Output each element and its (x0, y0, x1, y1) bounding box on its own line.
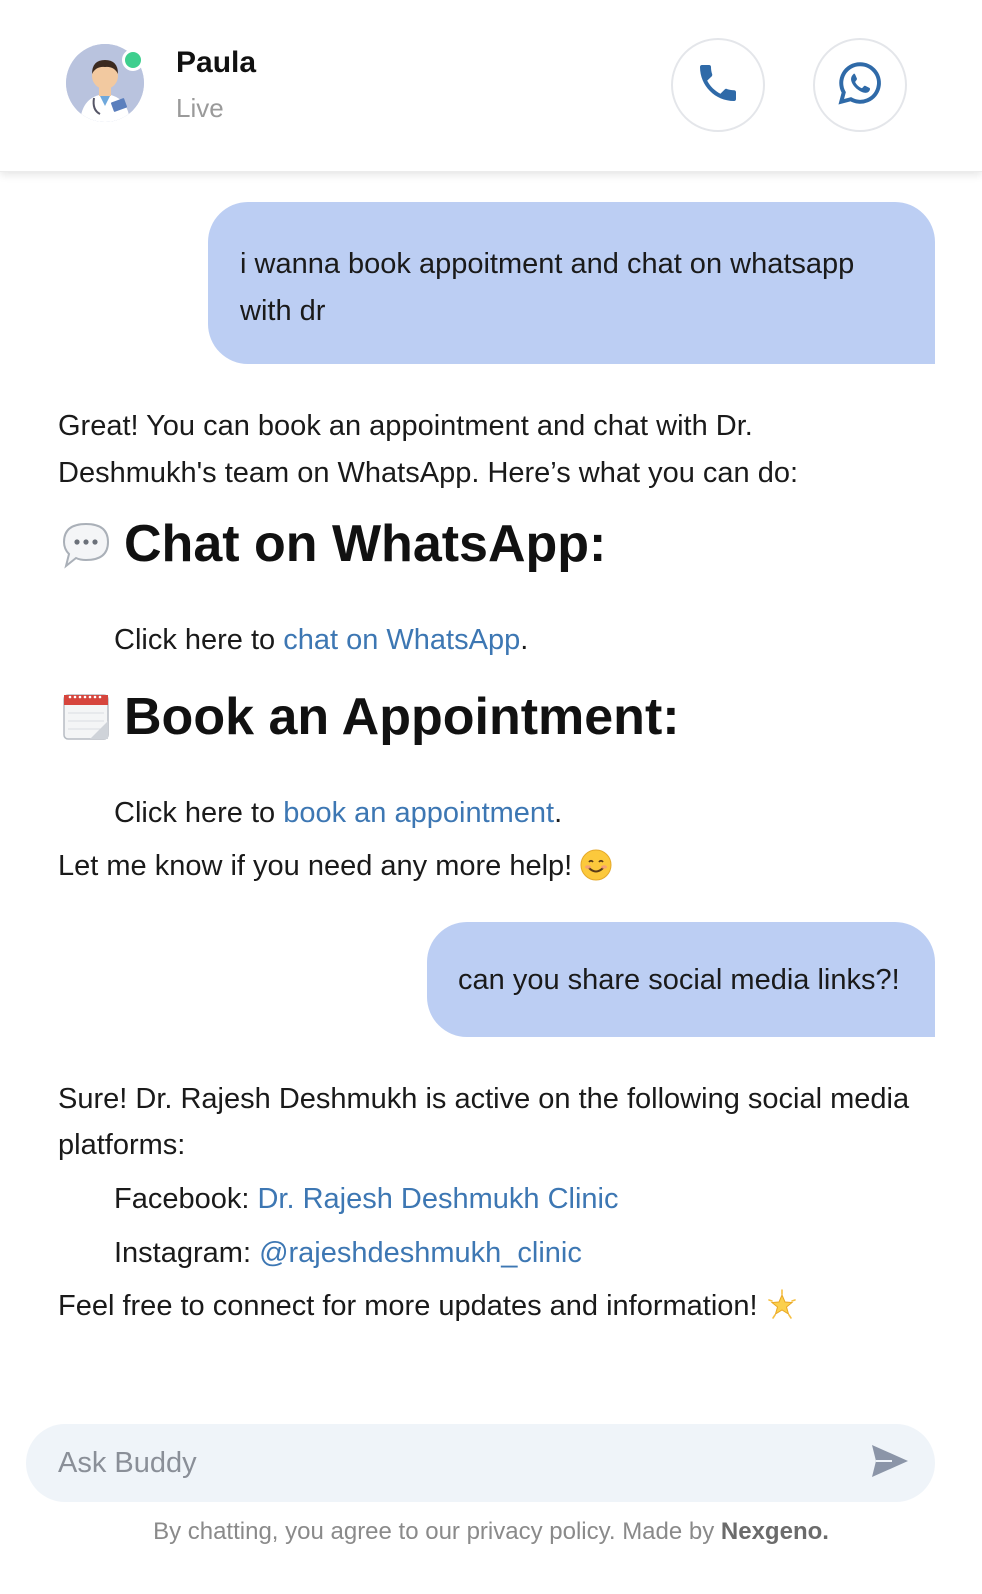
user-message-bubble: can you share social media links?! (427, 922, 935, 1037)
chat-on-whatsapp-link[interactable]: chat on WhatsApp (283, 624, 520, 656)
instagram-line: Instagram: @rajeshdeshmukh_clinic (114, 1230, 582, 1277)
phone-icon (694, 59, 742, 112)
assistant-closing-line: Feel free to connect for more updates an… (58, 1283, 798, 1336)
send-icon (870, 1443, 910, 1484)
call-button[interactable] (671, 38, 765, 132)
section-heading-text: Book an Appointment: (124, 688, 680, 746)
user-message-bubble: i wanna book appoitment and chat on what… (208, 202, 935, 364)
chat-header: Paula Live (0, 0, 982, 172)
contact-status: Live (176, 93, 224, 123)
whatsapp-button[interactable] (813, 38, 907, 132)
facebook-label: Facebook: (114, 1183, 258, 1215)
whatsapp-icon (835, 58, 885, 113)
brand-name[interactable]: Nexgeno. (721, 1518, 829, 1545)
book-appointment-link[interactable]: book an appointment (283, 797, 554, 829)
link-prefix: Click here to (114, 797, 284, 829)
section-heading-text: Chat on WhatsApp: (124, 515, 607, 573)
message-composer (26, 1424, 935, 1502)
smiling-face-icon (580, 849, 612, 896)
speech-bubble-icon (58, 516, 114, 572)
instagram-label: Instagram: (114, 1237, 260, 1269)
facebook-line: Facebook: Dr. Rajesh Deshmukh Clinic (114, 1176, 619, 1223)
assistant-text-line: Deshmukh's team on WhatsApp. Here’s what… (58, 457, 799, 489)
closing-text: Let me know if you need any more help! (58, 850, 581, 882)
footer-disclaimer: By chatting, you agree to our privacy po… (0, 1518, 982, 1546)
instagram-link[interactable]: @rajeshdeshmukh_clinic (259, 1237, 582, 1269)
assistant-text-line: Great! You can book an appointment and c… (58, 410, 753, 442)
section-heading-appointment: Book an Appointment: (58, 687, 680, 747)
chat-page: Paula Live i wanna book appoitment and c… (0, 0, 982, 1594)
footer-text: By chatting, you agree to our privacy po… (153, 1518, 721, 1545)
whatsapp-link-line: Click here to chat on WhatsApp. (114, 617, 528, 664)
link-prefix: Click here to (114, 624, 284, 656)
appointment-link-line: Click here to book an appointment. (114, 790, 562, 837)
send-button[interactable] (868, 1441, 912, 1485)
calendar-icon (58, 689, 114, 745)
assistant-text-line: platforms: (58, 1129, 186, 1161)
section-heading-whatsapp: Chat on WhatsApp: (58, 514, 606, 574)
facebook-link[interactable]: Dr. Rajesh Deshmukh Clinic (257, 1183, 618, 1215)
contact-name: Paula (176, 46, 257, 79)
assistant-closing-line: Let me know if you need any more help! (58, 843, 612, 896)
link-suffix: . (520, 624, 529, 656)
link-suffix: . (554, 797, 563, 829)
message-input[interactable] (58, 1424, 858, 1502)
online-status-dot (122, 49, 144, 71)
assistant-text-line: Sure! Dr. Rajesh Deshmukh is active on t… (58, 1083, 910, 1115)
glowing-star-icon (766, 1289, 798, 1336)
closing-text: Feel free to connect for more updates an… (58, 1290, 766, 1322)
